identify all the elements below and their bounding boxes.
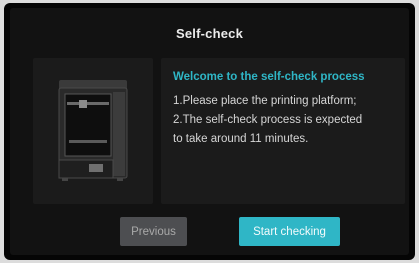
instruction-line: 1.Please place the printing platform;: [173, 95, 357, 107]
instruction-line: to take around 11 minutes.: [173, 133, 309, 145]
previous-button[interactable]: Previous: [120, 217, 187, 246]
printer-image-panel: [33, 58, 153, 204]
info-panel: Welcome to the self-check process 1.Plea…: [161, 58, 405, 204]
self-check-dialog: Self-check Welcome to the self-check pro…: [10, 8, 409, 255]
dialog-title: Self-check: [175, 26, 244, 41]
printer-icon: [58, 80, 128, 181]
start-checking-button[interactable]: Start checking: [239, 217, 340, 246]
instruction-line: 2.The self-check process is expected: [173, 114, 363, 126]
device-screen-frame: Self-check Welcome to the self-check pro…: [4, 3, 415, 260]
info-heading: Welcome to the self-check process: [173, 71, 365, 83]
